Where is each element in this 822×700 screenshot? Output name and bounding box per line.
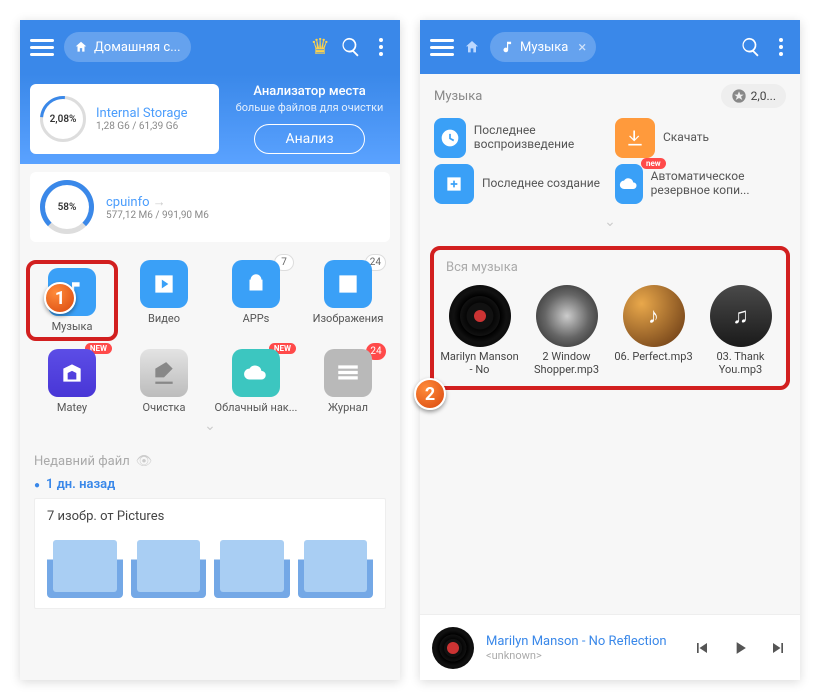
analysis-button[interactable]: Анализ bbox=[254, 124, 364, 154]
category-apps[interactable]: 7 APPs bbox=[210, 260, 302, 341]
tab-home-label: Домашняя с... bbox=[94, 40, 181, 55]
clock-icon bbox=[434, 118, 466, 158]
all-music-section: Вся музыка Marilyn Manson - No 2 Window … bbox=[430, 246, 790, 390]
new-badge: new bbox=[641, 158, 666, 169]
storage-usage: 1,28 G6 / 61,39 G6 bbox=[96, 121, 188, 132]
prev-icon[interactable] bbox=[692, 638, 712, 658]
cpuinfo-card[interactable]: 58% cpuinfo → 577,12 М6 / 991,90 М6 bbox=[30, 172, 390, 242]
track-name: 06. Perfect.mp3 bbox=[614, 351, 692, 364]
category-log[interactable]: 24 Журнал bbox=[302, 349, 394, 414]
track-grid: Marilyn Manson - No 2 Window Shopper.mp3… bbox=[438, 285, 782, 376]
storage-name: Internal Storage bbox=[96, 106, 188, 121]
quick-download[interactable]: Скачать bbox=[615, 118, 786, 158]
callout-1: 1 bbox=[44, 282, 76, 314]
track-name: Marilyn Manson - No bbox=[438, 351, 521, 376]
recent-time: 1 дн. назад bbox=[20, 477, 400, 498]
category-images[interactable]: 24 Изображения bbox=[302, 260, 394, 341]
expand-chevron[interactable]: ⌄ bbox=[20, 418, 400, 440]
size-pill[interactable]: 2,0... bbox=[721, 84, 786, 108]
more-icon[interactable] bbox=[772, 38, 790, 56]
track-item[interactable]: Marilyn Manson - No bbox=[438, 285, 521, 376]
log-icon bbox=[324, 349, 372, 397]
android-icon bbox=[232, 260, 280, 308]
home-icon bbox=[74, 40, 88, 54]
more-icon[interactable] bbox=[372, 38, 390, 56]
storage-analysis-panel: 2,08% Internal Storage 1,28 G6 / 61,39 G… bbox=[20, 74, 400, 164]
thumb[interactable] bbox=[47, 534, 123, 598]
home-screen: Домашняя с... ♛ 2,08% Internal Storage 1… bbox=[20, 20, 400, 680]
category-cloud[interactable]: NEW Облачный нак... bbox=[210, 349, 302, 414]
expand-chevron[interactable]: ⌄ bbox=[420, 214, 800, 236]
matey-icon bbox=[48, 349, 96, 397]
premium-icon[interactable]: ♛ bbox=[310, 35, 330, 60]
category-music-label: Музыка bbox=[52, 320, 93, 333]
play-icon[interactable] bbox=[730, 638, 750, 658]
recent-card[interactable]: 7 изобр. от Pictures bbox=[34, 498, 386, 609]
top-bar: Домашняя с... ♛ bbox=[20, 20, 400, 74]
analysis-sub: больше файлов для очистки bbox=[229, 101, 390, 114]
callout-2: 2 bbox=[414, 378, 446, 410]
track-item[interactable]: ♪ 06. Perfect.mp3 bbox=[612, 285, 695, 376]
download-icon bbox=[615, 118, 655, 158]
quick-actions: Последнее воспроизведение Скачать Послед… bbox=[420, 118, 800, 214]
thumb[interactable] bbox=[131, 534, 207, 598]
track-item[interactable]: 2 Window Shopper.mp3 bbox=[525, 285, 608, 376]
internal-storage-card[interactable]: 2,08% Internal Storage 1,28 G6 / 61,39 G… bbox=[30, 84, 219, 154]
tab-music[interactable]: Музыка × bbox=[490, 32, 596, 62]
category-video[interactable]: Видео bbox=[118, 260, 210, 341]
analysis-heading: Анализатор места bbox=[229, 84, 390, 99]
top-bar: Музыка × bbox=[420, 20, 800, 74]
quick-recent-play[interactable]: Последнее воспроизведение bbox=[434, 118, 605, 158]
video-icon bbox=[140, 260, 188, 308]
image-icon bbox=[324, 260, 372, 308]
category-matey[interactable]: NEW Matey bbox=[26, 349, 118, 414]
sub-label: Музыка bbox=[434, 89, 482, 104]
menu-icon[interactable] bbox=[430, 39, 454, 56]
album-art bbox=[449, 285, 511, 347]
tab-home[interactable]: Домашняя с... bbox=[64, 32, 191, 62]
cpu-usage: 577,12 М6 / 991,90 М6 bbox=[106, 210, 209, 221]
quick-recent-create[interactable]: Последнее создание bbox=[434, 164, 605, 204]
player-art[interactable] bbox=[432, 627, 474, 669]
brush-icon bbox=[140, 349, 188, 397]
category-grid: Музыка Видео 7 APPs 24 Изображения NEW M… bbox=[20, 242, 400, 418]
music-note-icon bbox=[500, 40, 514, 54]
recent-section-label: Недавний файл 👁 bbox=[20, 440, 400, 477]
tab-music-label: Музыка bbox=[520, 40, 568, 55]
search-icon[interactable] bbox=[740, 36, 762, 58]
player-title: Marilyn Manson - No Reflection bbox=[486, 634, 680, 649]
category-clean[interactable]: Очистка bbox=[118, 349, 210, 414]
album-art bbox=[536, 285, 598, 347]
close-tab-icon[interactable]: × bbox=[578, 38, 586, 56]
mini-player: Marilyn Manson - No Reflection <unknown> bbox=[420, 614, 800, 680]
track-name: 2 Window Shopper.mp3 bbox=[525, 351, 608, 376]
analysis-block: Анализатор места больше файлов для очист… bbox=[229, 84, 390, 154]
quick-backup[interactable]: new Автоматическое резервное копи... bbox=[615, 164, 786, 204]
all-music-heading: Вся музыка bbox=[438, 258, 782, 285]
cloud-icon bbox=[232, 349, 280, 397]
album-art: ♫ bbox=[710, 285, 772, 347]
track-name: 03. Thank You.mp3 bbox=[699, 351, 782, 376]
cloud-sync-icon bbox=[615, 164, 643, 204]
track-item[interactable]: ♫ 03. Thank You.mp3 bbox=[699, 285, 782, 376]
music-screen: Музыка × Музыка 2,0... Последнее воспрои… bbox=[420, 20, 800, 680]
cpu-ring: 58% bbox=[40, 180, 94, 234]
player-artist: <unknown> bbox=[486, 649, 680, 662]
home-icon[interactable] bbox=[464, 39, 480, 55]
thumb[interactable] bbox=[298, 534, 374, 598]
cpu-name: cpuinfo → bbox=[106, 194, 209, 210]
player-info[interactable]: Marilyn Manson - No Reflection <unknown> bbox=[486, 634, 680, 662]
thumb[interactable] bbox=[214, 534, 290, 598]
sub-header: Музыка 2,0... bbox=[420, 74, 800, 118]
album-art: ♪ bbox=[623, 285, 685, 347]
add-icon bbox=[434, 164, 474, 204]
storage-ring: 2,08% bbox=[40, 96, 86, 142]
recent-card-title: 7 изобр. от Pictures bbox=[47, 509, 373, 524]
recent-thumbnails bbox=[47, 534, 373, 598]
next-icon[interactable] bbox=[768, 638, 788, 658]
menu-icon[interactable] bbox=[30, 39, 54, 56]
search-icon[interactable] bbox=[340, 36, 362, 58]
